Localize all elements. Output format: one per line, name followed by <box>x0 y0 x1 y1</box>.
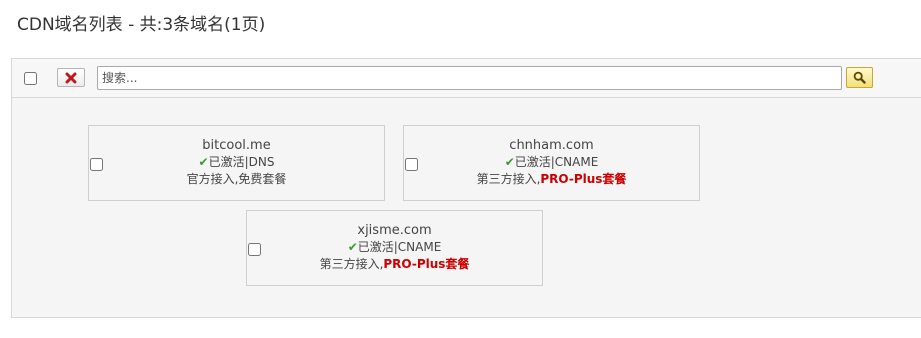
search-button[interactable] <box>846 67 873 88</box>
search-icon <box>853 71 866 84</box>
status-text: 已激活|DNS <box>208 155 275 169</box>
search-input[interactable] <box>97 66 842 90</box>
access-type: 第三方接入, <box>319 257 384 271</box>
page-title: CDN域名列表 - 共:3条域名(1页) <box>17 15 266 35</box>
plan-name: PRO-Plus套餐 <box>540 172 627 186</box>
delete-button[interactable] <box>57 68 85 87</box>
domain-plan: 第三方接入,PRO-Plus套餐 <box>404 171 699 188</box>
domain-list-panel: bitcool.me ✔已激活|DNS 官方接入,免费套餐 chnham.com… <box>11 58 921 318</box>
select-all-checkbox[interactable] <box>24 72 37 85</box>
domain-card[interactable]: chnham.com ✔已激活|CNAME 第三方接入,PRO-Plus套餐 <box>403 125 700 201</box>
plan-name: PRO-Plus套餐 <box>383 257 470 271</box>
domain-name: bitcool.me <box>202 138 271 153</box>
domain-card[interactable]: bitcool.me ✔已激活|DNS 官方接入,免费套餐 <box>88 125 385 201</box>
access-type: 第三方接入, <box>476 172 541 186</box>
domain-details: xjisme.com ✔已激活|CNAME 第三方接入,PRO-Plus套餐 <box>247 222 542 273</box>
domain-name: xjisme.com <box>357 223 432 238</box>
status-text: 已激活|CNAME <box>357 240 442 254</box>
checkmark-icon: ✔ <box>347 240 358 254</box>
domain-plan: 官方接入,免费套餐 <box>89 171 384 188</box>
toolbar <box>12 59 921 98</box>
domain-status: ✔已激活|CNAME <box>404 154 699 171</box>
status-text: 已激活|CNAME <box>514 155 599 169</box>
domain-name: chnham.com <box>509 138 594 153</box>
close-icon <box>65 72 77 83</box>
domain-status: ✔已激活|CNAME <box>247 239 542 256</box>
plan-name: 免费套餐 <box>238 172 287 186</box>
checkmark-icon: ✔ <box>198 155 209 169</box>
domain-status: ✔已激活|DNS <box>89 154 384 171</box>
domain-details: chnham.com ✔已激活|CNAME 第三方接入,PRO-Plus套餐 <box>404 137 699 188</box>
access-type: 官方接入, <box>186 172 239 186</box>
domain-plan: 第三方接入,PRO-Plus套餐 <box>247 256 542 273</box>
domain-details: bitcool.me ✔已激活|DNS 官方接入,免费套餐 <box>89 137 384 188</box>
domain-card[interactable]: xjisme.com ✔已激活|CNAME 第三方接入,PRO-Plus套餐 <box>246 210 543 286</box>
checkmark-icon: ✔ <box>504 155 515 169</box>
